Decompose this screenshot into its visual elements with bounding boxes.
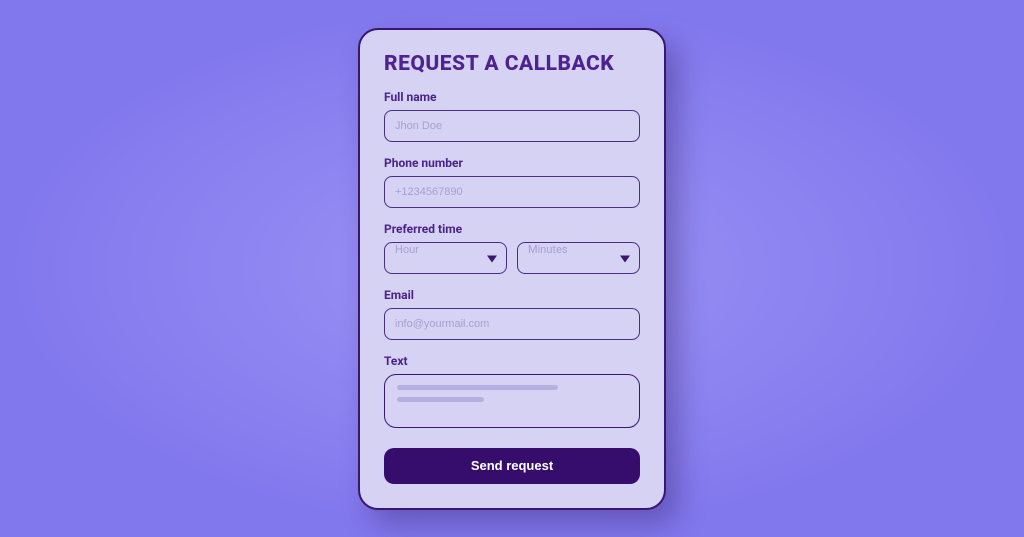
phone-input[interactable] (384, 176, 640, 208)
fullname-label: Full name (384, 90, 640, 104)
email-input[interactable] (384, 308, 640, 340)
field-time: Preferred time Hour Minutes (384, 222, 640, 274)
fullname-input[interactable] (384, 110, 640, 142)
text-label: Text (384, 354, 640, 368)
hour-select-wrap: Hour (384, 242, 507, 274)
field-fullname: Full name (384, 90, 640, 142)
form-title: REQUEST A CALLBACK (384, 52, 640, 76)
email-label: Email (384, 288, 640, 302)
time-row: Hour Minutes (384, 242, 640, 274)
field-phone: Phone number (384, 156, 640, 208)
time-label: Preferred time (384, 222, 640, 236)
text-textarea[interactable] (384, 374, 640, 428)
hour-select[interactable]: Hour (384, 242, 507, 274)
textarea-placeholder-lines (397, 385, 627, 402)
send-request-button[interactable]: Send request (384, 448, 640, 484)
phone-label: Phone number (384, 156, 640, 170)
minutes-select[interactable]: Minutes (517, 242, 640, 274)
field-email: Email (384, 288, 640, 340)
callback-form-card: REQUEST A CALLBACK Full name Phone numbe… (358, 28, 666, 510)
field-text: Text (384, 354, 640, 428)
minutes-select-wrap: Minutes (517, 242, 640, 274)
